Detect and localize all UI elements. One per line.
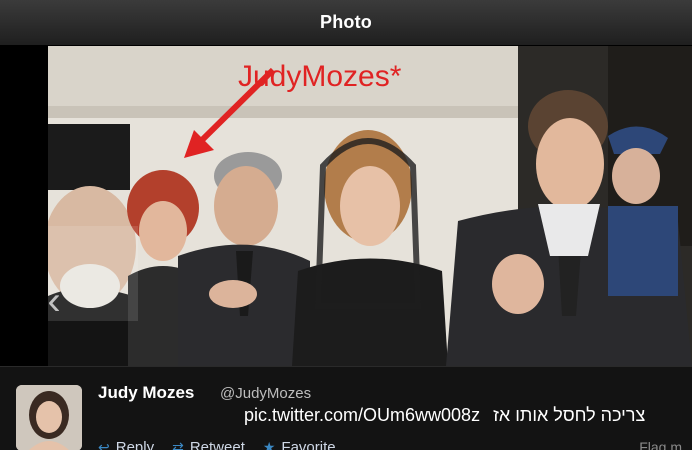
tweet-author-name[interactable]: Judy Mozes <box>98 383 194 403</box>
retweet-icon: ⇄ <box>172 439 184 450</box>
photo-viewer: Photo JudyMozes* ‹ Judy Mozes @JudyMozes… <box>0 0 692 450</box>
retweet-button[interactable]: ⇄ Retweet <box>172 439 245 450</box>
annotation-label: JudyMozes* <box>238 60 402 93</box>
photo-image[interactable] <box>48 46 692 366</box>
title-bar: Photo <box>0 0 692 46</box>
reply-label: Reply <box>115 439 155 450</box>
reply-icon: ↩ <box>98 439 110 450</box>
tweet-card: Judy Mozes @JudyMozes pic.twitter.com/OU… <box>0 366 692 450</box>
retweet-label: Retweet <box>189 439 245 450</box>
flag-media-link[interactable]: Flag m <box>639 439 682 450</box>
favorite-label: Favorite <box>281 439 336 450</box>
photo-illustration <box>48 46 692 366</box>
tweet-text: pic.twitter.com/OUm6ww008z צריכה לחסל או… <box>244 405 692 426</box>
page-title: Photo <box>320 12 372 32</box>
tweet-author-handle[interactable]: @JudyMozes <box>220 385 311 402</box>
favorite-button[interactable]: ★ Favorite <box>263 439 336 450</box>
tweet-link[interactable]: pic.twitter.com/OUm6ww008z <box>244 405 480 425</box>
star-icon: ★ <box>262 439 276 450</box>
avatar[interactable] <box>16 385 82 450</box>
photo-area[interactable]: JudyMozes* ‹ <box>0 46 692 366</box>
reply-button[interactable]: ↩ Reply <box>98 439 154 450</box>
chevron-left-icon[interactable]: ‹ <box>36 279 72 323</box>
avatar-image <box>16 385 82 450</box>
tweet-hebrew-text: צריכה לחסל אותו אז <box>493 405 646 425</box>
tweet-actions: ↩ Reply ⇄ Retweet ★ Favorite <box>98 439 336 450</box>
